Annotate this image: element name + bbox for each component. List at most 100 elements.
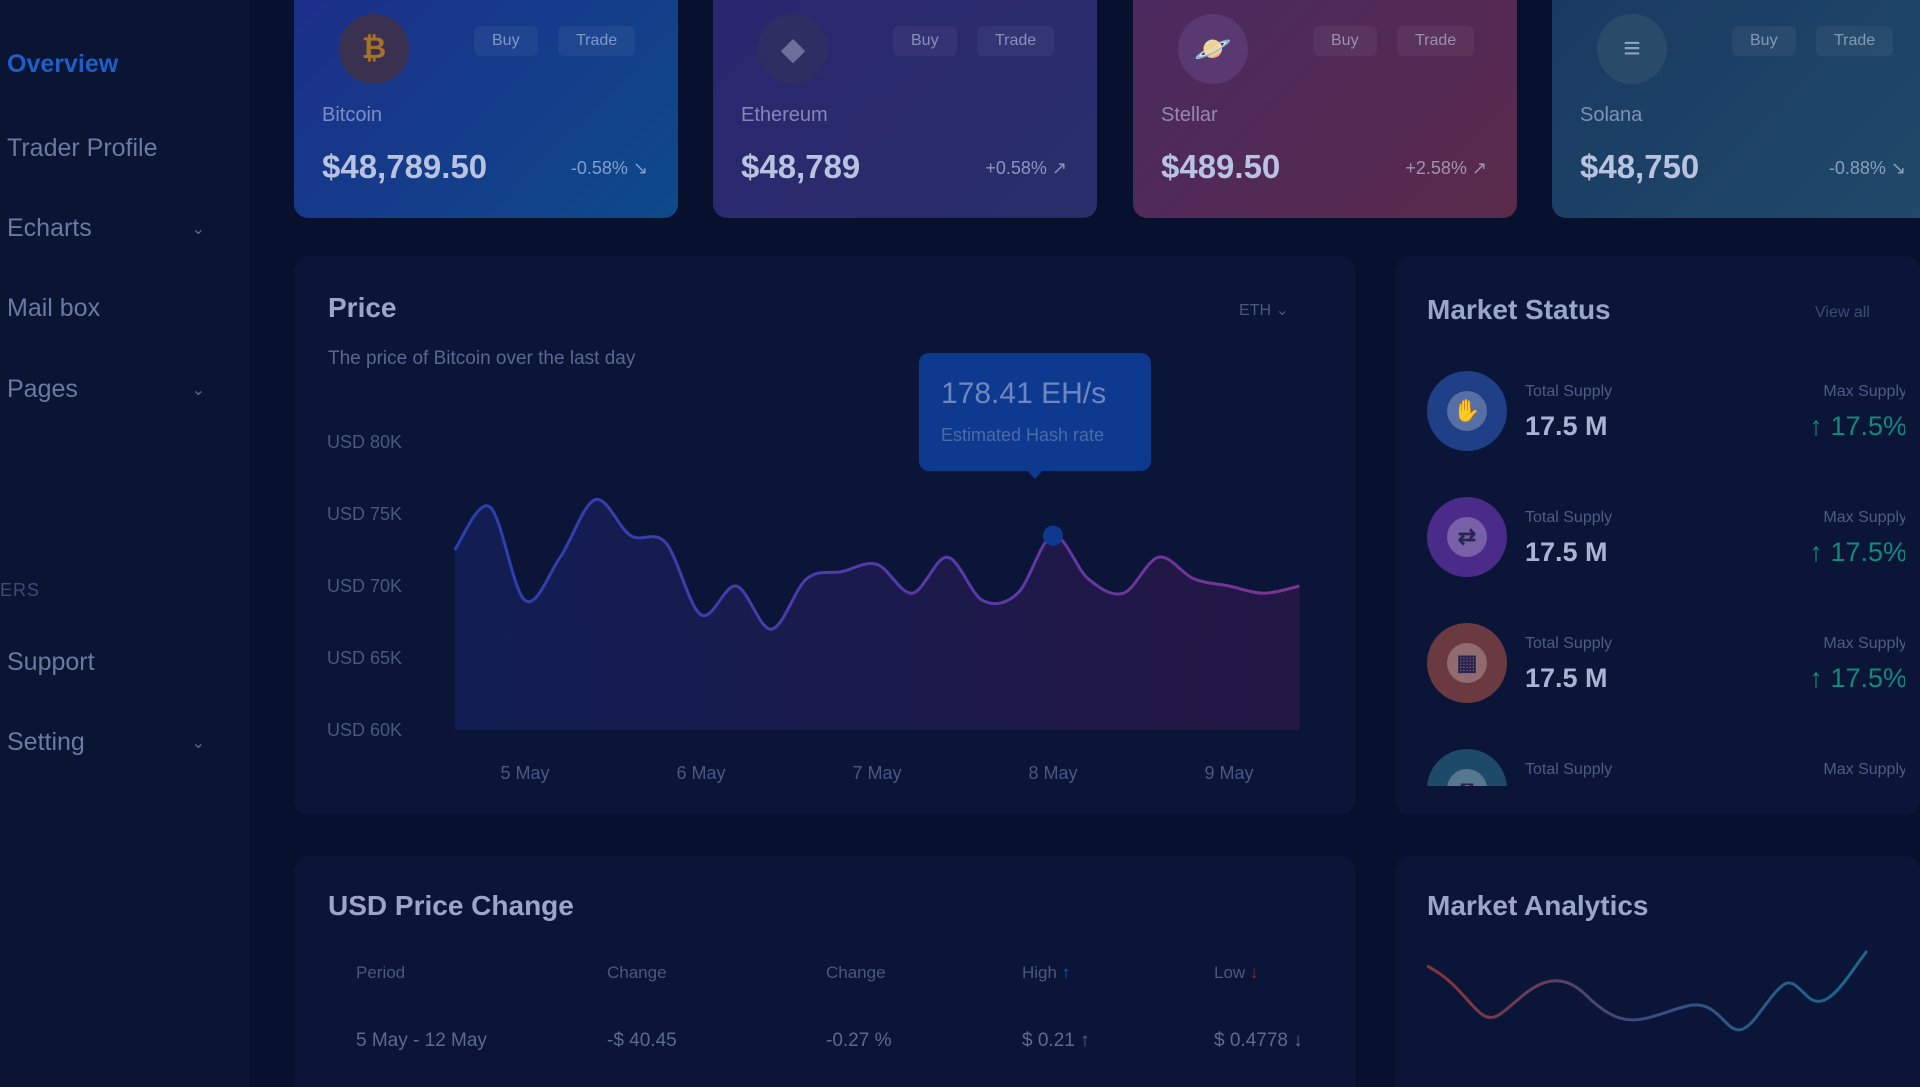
max-supply-value: ↑ 17.5% bbox=[1809, 537, 1905, 568]
coin-card-ethereum[interactable]: ◆ Buy Trade Ethereum $48,789 +0.58% ↗ bbox=[713, 0, 1097, 218]
panel-title: Price bbox=[328, 292, 397, 323]
sidebar-item-setting[interactable]: Setting ⌄ bbox=[7, 728, 217, 757]
coin-price: $48,789 bbox=[741, 148, 861, 185]
max-supply-label: Max Supply bbox=[1823, 635, 1905, 652]
total-supply-label: Total Supply bbox=[1525, 761, 1613, 778]
planet-icon: 🪐 bbox=[1178, 14, 1248, 84]
sidebar-section-label: ERS bbox=[0, 580, 41, 600]
tooltip-arrow bbox=[1026, 469, 1044, 479]
max-supply-pct: 17.5% bbox=[1830, 411, 1905, 441]
max-supply-pct: 17.5% bbox=[1830, 537, 1905, 567]
list-item[interactable]: ⇄ Total Supply 17.5 M Max Supply ↑ 17.5% bbox=[1427, 497, 1905, 587]
sidebar-item-support[interactable]: Support bbox=[7, 648, 217, 677]
list-item[interactable]: ▦ Total Supply 17.5 M Max Supply ↑ 17.5% bbox=[1427, 623, 1905, 713]
panel-title: Market Status bbox=[1427, 294, 1611, 325]
sidebar-item-mail-box[interactable]: Mail box bbox=[7, 294, 217, 323]
exchange-icon: ⇄ bbox=[1427, 497, 1507, 577]
sidebar-item-pages[interactable]: Pages ⌄ bbox=[7, 375, 217, 404]
coin-name: Solana bbox=[1580, 104, 1643, 126]
table-cell: -$ 40.45 bbox=[607, 1030, 677, 1051]
solana-icon: ≡ bbox=[1597, 14, 1667, 84]
trade-button[interactable]: Trade bbox=[1816, 26, 1894, 56]
max-supply-label: Max Supply bbox=[1823, 509, 1905, 526]
sidebar-item-label: Setting bbox=[7, 728, 85, 756]
coin-card-solana[interactable]: ≡ Buy Trade Solana $48,750 -0.88% ↘ bbox=[1552, 0, 1920, 218]
trade-button[interactable]: Trade bbox=[977, 26, 1055, 56]
coin-change: +2.58% ↗ bbox=[1405, 158, 1487, 178]
sidebar-item-label: Pages bbox=[7, 375, 78, 403]
max-supply-value: ↑ 17.5% bbox=[1809, 411, 1905, 442]
table-header: Change bbox=[826, 963, 886, 982]
coin-name: Ethereum bbox=[741, 104, 828, 126]
sparkline-path bbox=[1427, 950, 1869, 1032]
hand-coin-icon: ✋ bbox=[1427, 371, 1507, 451]
ethereum-icon: ◆ bbox=[758, 14, 828, 84]
table-header: Period bbox=[356, 963, 406, 982]
panel-subtitle: The price of Bitcoin over the last day bbox=[328, 348, 636, 369]
coin-card-bitcoin[interactable]: ₿ Buy Trade Bitcoin $48,789.50 -0.58% ↘ bbox=[294, 0, 678, 218]
trade-button[interactable]: Trade bbox=[1397, 26, 1475, 56]
analytics-sparkline bbox=[1427, 950, 1869, 1032]
coin-price: $489.50 bbox=[1161, 148, 1281, 185]
sidebar-item-echarts[interactable]: Echarts ⌄ bbox=[7, 214, 217, 243]
panel-title: USD Price Change bbox=[328, 890, 574, 921]
trade-button[interactable]: Trade bbox=[558, 26, 636, 56]
table-header-label: Low bbox=[1214, 963, 1246, 982]
tooltip-value: 178.41 EH/s bbox=[941, 377, 1107, 410]
list-item[interactable]: ◘ Total Supply Max Supply bbox=[1427, 749, 1905, 786]
coin-card-stellar[interactable]: 🪐 Buy Trade Stellar $489.50 +2.58% ↗ bbox=[1133, 0, 1517, 218]
chevron-down-icon: ⌄ bbox=[191, 381, 205, 399]
sidebar-item-overview[interactable]: Overview bbox=[7, 50, 217, 79]
coin-change: -0.58% ↘ bbox=[570, 158, 648, 178]
table-cell: 5 May - 12 May bbox=[356, 1030, 487, 1051]
total-supply-label: Total Supply bbox=[1525, 635, 1613, 652]
table-cell: -0.27 % bbox=[826, 1030, 892, 1051]
market-status-list: ✋ Total Supply 17.5 M Max Supply ↑ 17.5%… bbox=[1427, 371, 1905, 786]
grid-icon: ▦ bbox=[1427, 623, 1507, 703]
price-panel: Price The price of Bitcoin over the last… bbox=[294, 256, 1355, 815]
coin-icon: ◘ bbox=[1427, 749, 1507, 786]
table-header: Change bbox=[607, 963, 667, 982]
sidebar-item-label: Overview bbox=[7, 50, 119, 78]
chevron-down-icon: ⌄ bbox=[191, 734, 205, 752]
tooltip-label: Estimated Hash rate bbox=[941, 425, 1105, 445]
coin-name: Bitcoin bbox=[322, 104, 383, 126]
coin-change: +0.58% ↗ bbox=[985, 158, 1067, 178]
arrow-up-icon: ↑ bbox=[1809, 537, 1831, 567]
table-header-low: Low ↓ bbox=[1214, 963, 1258, 983]
coin-select[interactable]: ETH ⌄ bbox=[1239, 300, 1289, 320]
buy-button[interactable]: Buy bbox=[1313, 26, 1377, 56]
coin-select-value: ETH bbox=[1239, 302, 1271, 319]
arrow-up-icon: ↑ bbox=[1809, 663, 1831, 693]
total-supply-value: 17.5 M bbox=[1525, 537, 1608, 567]
table-header-high: High ↑ bbox=[1022, 963, 1070, 983]
max-supply-label: Max Supply bbox=[1823, 761, 1905, 778]
arrow-up-icon: ↑ bbox=[1061, 963, 1071, 982]
view-all-link[interactable]: View all bbox=[1815, 304, 1870, 322]
table-cell: $ 0.21 ↑ bbox=[1022, 1030, 1090, 1051]
table-header-label: High bbox=[1022, 963, 1057, 982]
sidebar-item-label: Trader Profile bbox=[7, 134, 158, 162]
sidebar-item-trader-profile[interactable]: Trader Profile bbox=[7, 134, 217, 163]
total-supply-value: 17.5 M bbox=[1525, 411, 1608, 441]
arrow-up-icon: ↑ bbox=[1809, 411, 1831, 441]
price-change-panel: USD Price Change bbox=[294, 856, 1355, 1087]
buy-button[interactable]: Buy bbox=[893, 26, 957, 56]
buy-button[interactable]: Buy bbox=[1732, 26, 1796, 56]
total-supply-label: Total Supply bbox=[1525, 383, 1613, 400]
sidebar: Overview Trader Profile Echarts ⌄ Mail bo… bbox=[0, 0, 250, 1087]
coin-name: Stellar bbox=[1161, 104, 1218, 126]
chevron-down-icon: ⌄ bbox=[1275, 302, 1289, 319]
max-supply-value: ↑ 17.5% bbox=[1809, 663, 1905, 694]
total-supply-label: Total Supply bbox=[1525, 509, 1613, 526]
panel-title: Market Analytics bbox=[1427, 890, 1649, 921]
total-supply-value: 17.5 M bbox=[1525, 663, 1608, 693]
list-item[interactable]: ✋ Total Supply 17.5 M Max Supply ↑ 17.5% bbox=[1427, 371, 1905, 461]
coin-price: $48,750 bbox=[1580, 148, 1700, 185]
arrow-down-icon: ↓ bbox=[1249, 963, 1259, 982]
sidebar-item-label: Support bbox=[7, 648, 95, 676]
chevron-down-icon: ⌄ bbox=[191, 220, 205, 238]
max-supply-pct: 17.5% bbox=[1830, 663, 1905, 693]
buy-button[interactable]: Buy bbox=[474, 26, 538, 56]
max-supply-label: Max Supply bbox=[1823, 383, 1905, 400]
